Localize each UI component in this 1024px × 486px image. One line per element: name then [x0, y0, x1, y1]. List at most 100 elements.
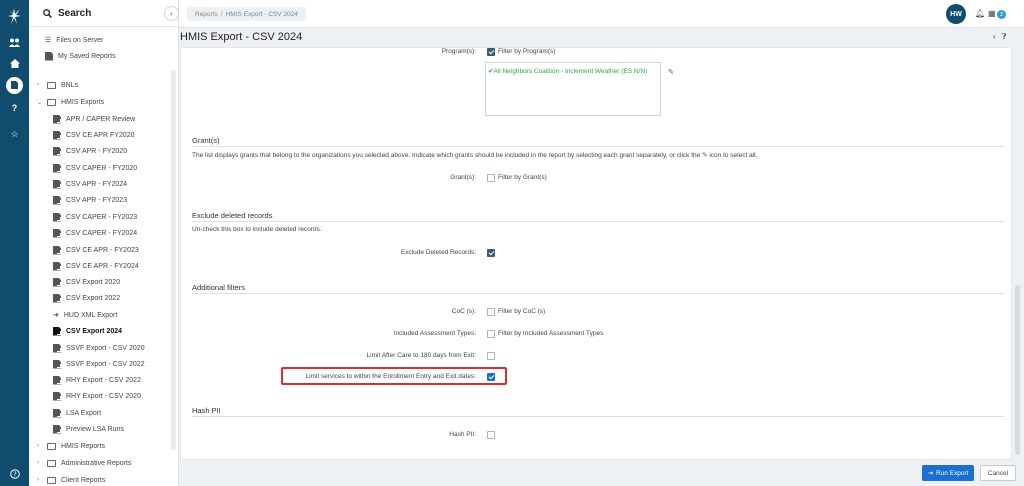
sidebar-item-label: Administrative Reports: [61, 459, 132, 467]
sidebar-item-label: CSV APR - FY2020: [66, 147, 128, 155]
exclude-description: Un-check this box to include deleted rec…: [192, 226, 322, 233]
report-document-icon: [53, 343, 61, 353]
chevron-right-icon[interactable]: ›: [37, 460, 42, 466]
select-all-icon[interactable]: ✎: [702, 152, 707, 159]
sidebar-item[interactable]: CSV APR - FY2024: [53, 177, 127, 191]
folder-icon: [47, 476, 56, 484]
help-circle-icon[interactable]: ❓︎: [1002, 32, 1007, 42]
sidebar-item[interactable]: SSVF Export - CSV 2022: [53, 357, 145, 371]
calendar-badge: 2: [997, 10, 1007, 19]
sidebar-item-label: My Saved Reports: [58, 52, 116, 60]
sidebar-item-label: CSV CE APR FY2020: [66, 131, 135, 139]
reports-icon[interactable]: [0, 76, 29, 94]
clients-icon[interactable]: [0, 34, 29, 50]
sidebar-scrollbar[interactable]: [171, 70, 176, 450]
report-document-icon: [53, 359, 61, 369]
sidebar-item-label: CSV CAPER - FY2023: [66, 213, 138, 221]
grants-filter-checkbox[interactable]: [487, 174, 495, 182]
run-export-button[interactable]: ⇥ Run Export: [922, 465, 974, 481]
app-logo-icon[interactable]: [6, 6, 23, 26]
sidebar-item-label: Client Reports: [61, 476, 106, 484]
sidebar-item[interactable]: CSV APR - FY2020: [53, 144, 127, 158]
sidebar-item[interactable]: CSV APR - FY2023: [53, 193, 127, 207]
sidebar-item[interactable]: ➜ HUD XML Export: [53, 308, 117, 322]
assessment-types-filter-text: Filter by Included Assessment Types: [498, 330, 604, 337]
programs-filter-checkbox[interactable]: [487, 48, 495, 56]
sidebar-item[interactable]: CSV Export 2024: [53, 324, 122, 338]
sidebar-item[interactable]: CSV CAPER - FY2020: [53, 161, 137, 175]
report-document-icon: [53, 326, 61, 336]
chevron-right-icon[interactable]: ›: [37, 443, 42, 449]
chevron-right-icon[interactable]: ›: [37, 477, 42, 483]
sidebar-item-label: CSV CAPER - FY2020: [66, 164, 138, 172]
section-divider: [192, 293, 1004, 294]
exclude-deleted-checkbox[interactable]: [487, 249, 495, 257]
app-rail: ? ☆ ?: [0, 0, 29, 486]
sidebar-item[interactable]: APR / CAPER Review: [53, 112, 135, 126]
collapse-sidebar-button[interactable]: ‹: [164, 6, 179, 21]
sidebar-item[interactable]: CSV CAPER - FY2023: [53, 210, 137, 224]
breadcrumb-reports[interactable]: Reports: [195, 11, 218, 18]
sidebar-item[interactable]: CSV Export 2022: [53, 291, 120, 305]
calendar-icon[interactable]: ▦: [988, 9, 996, 18]
sidebar-item-label: CSV APR - FY2023: [66, 196, 128, 204]
chevron-left-icon[interactable]: ‹: [993, 32, 996, 42]
report-document-icon: [53, 228, 61, 238]
sidebar-item[interactable]: CSV CE APR FY2020: [53, 128, 134, 142]
search-icon: [43, 8, 52, 18]
report-document-icon: [53, 424, 61, 434]
hash-pii-checkbox[interactable]: [487, 431, 495, 439]
sidebar-item-label: CSV Export 2020: [66, 278, 121, 286]
sidebar-item-label: SSVF Export - CSV 2020: [66, 344, 145, 352]
select-all-programs-icon[interactable]: ✎: [668, 68, 674, 76]
form-scrollbar[interactable]: [1015, 285, 1020, 455]
form-footer: [179, 461, 1024, 486]
cancel-button[interactable]: Cancel: [980, 465, 1016, 481]
sidebar-item[interactable]: SSVF Export - CSV 2020: [53, 341, 145, 355]
sidebar-item[interactable]: › BNLs: [37, 78, 78, 92]
sidebar-item[interactable]: My Saved Reports: [45, 49, 116, 63]
sidebar-item[interactable]: › HMIS Reports: [37, 439, 105, 453]
assessment-types-checkbox[interactable]: [487, 330, 495, 338]
chevron-down-icon[interactable]: ⌄: [37, 99, 42, 106]
sidebar-item[interactable]: CSV CE APR - FY2024: [53, 259, 139, 273]
import-arrow-icon: ➜: [53, 312, 59, 319]
svg-text:?: ?: [13, 471, 17, 479]
report-document-icon: [53, 293, 61, 303]
chevron-right-icon[interactable]: ›: [37, 82, 42, 88]
sidebar-item[interactable]: CSV CE APR - FY2023: [53, 243, 139, 257]
home-icon[interactable]: [0, 55, 29, 71]
sidebar-item[interactable]: RHY Export - CSV 2020: [53, 389, 141, 403]
sidebar-item[interactable]: › Administrative Reports: [37, 456, 131, 470]
sidebar-item-label: CSV Export 2022: [66, 294, 121, 302]
selected-program-item[interactable]: ✔All Neighbors Coalition - Inclement Wea…: [488, 67, 647, 75]
report-document-icon: [53, 277, 61, 287]
coc-filter-checkbox[interactable]: [487, 308, 495, 316]
support-icon[interactable]: ?: [0, 466, 29, 482]
programs-label: Program(s):: [441, 48, 476, 55]
sidebar-search[interactable]: Search: [29, 0, 179, 27]
favorites-star-icon[interactable]: ☆: [0, 126, 29, 142]
sidebar-item[interactable]: CSV CAPER - FY2024: [53, 226, 137, 240]
sidebar-item[interactable]: ⌄ HMIS Exports: [37, 95, 104, 109]
sidebar-item[interactable]: CSV Export 2020: [53, 275, 120, 289]
page-header-actions: ‹ ❓︎: [993, 32, 1006, 42]
folder-icon: [47, 459, 56, 467]
sidebar-item[interactable]: › Client Reports: [37, 473, 105, 486]
user-avatar[interactable]: HW: [946, 4, 966, 24]
aftercare-checkbox[interactable]: [487, 352, 495, 360]
sidebar-item-label: BNLs: [61, 81, 79, 89]
section-divider: [192, 146, 1004, 147]
help-icon[interactable]: ?: [0, 100, 29, 116]
report-document-icon: [53, 195, 61, 205]
sidebar-item[interactable]: RHY Export - CSV 2022: [53, 373, 141, 387]
notifications-bell-icon[interactable]: 🔔︎: [975, 9, 985, 18]
sidebar-item[interactable]: ☰ Files on Server: [45, 33, 103, 47]
sidebar-item-label: HUD XML Export: [63, 311, 118, 319]
sidebar-item-label: HMIS Exports: [61, 98, 105, 106]
section-divider: [192, 416, 1004, 417]
sidebar-item[interactable]: Preview LSA Runs: [53, 422, 124, 436]
sidebar-item-label: CSV CE APR - FY2023: [66, 246, 139, 254]
sidebar-item[interactable]: LSA Export: [53, 406, 101, 420]
chevron-left-icon: ‹: [170, 9, 173, 18]
